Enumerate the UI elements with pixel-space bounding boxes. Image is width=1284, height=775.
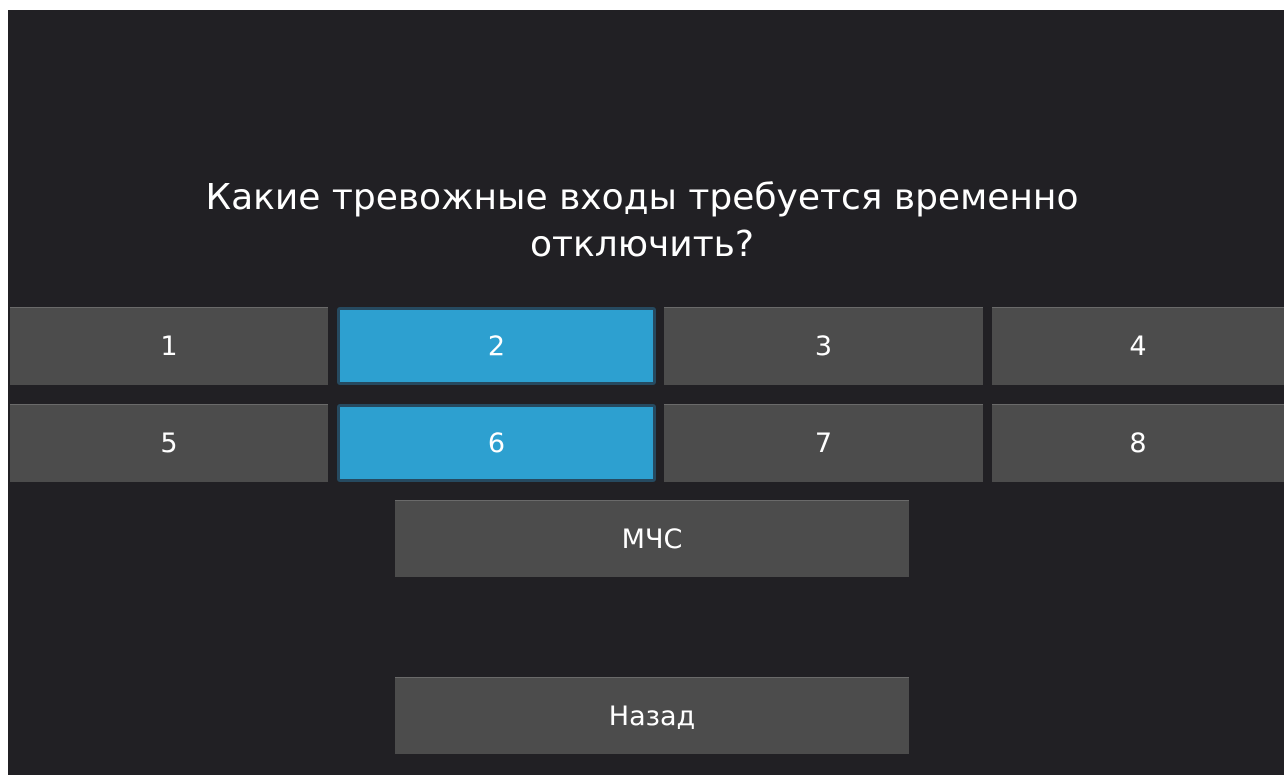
alarm-input-3-button[interactable]: 3 — [664, 307, 983, 385]
alarm-input-6-button[interactable]: 6 — [337, 404, 656, 482]
alarm-input-1-button[interactable]: 1 — [10, 307, 328, 385]
alarm-input-4-label: 4 — [1129, 331, 1147, 362]
alarm-input-2-label: 2 — [487, 330, 506, 362]
question-line-1: Какие тревожные входы требуется временно — [205, 177, 1079, 218]
alarm-input-7-button[interactable]: 7 — [664, 404, 983, 482]
back-button-label: Назад — [608, 700, 696, 732]
mchs-button-label: МЧС — [621, 523, 683, 555]
screen-background — [8, 10, 1284, 775]
alarm-input-8-label: 8 — [1129, 428, 1147, 459]
question-line-2: отключить? — [529, 224, 754, 265]
alarm-input-7-label: 7 — [814, 428, 833, 459]
mchs-button[interactable]: МЧС — [395, 500, 909, 577]
question-title: Какие тревожные входы требуется временно… — [0, 174, 1284, 268]
alarm-input-5-button[interactable]: 5 — [10, 404, 328, 482]
alarm-input-1-label: 1 — [160, 331, 178, 362]
alarm-input-6-label: 6 — [487, 427, 506, 459]
alarm-input-8-button[interactable]: 8 — [992, 404, 1284, 482]
alarm-input-2-button[interactable]: 2 — [337, 307, 656, 385]
alarm-input-5-label: 5 — [160, 428, 178, 459]
alarm-input-4-button[interactable]: 4 — [992, 307, 1284, 385]
alarm-input-3-label: 3 — [814, 331, 833, 362]
back-button[interactable]: Назад — [395, 677, 909, 754]
